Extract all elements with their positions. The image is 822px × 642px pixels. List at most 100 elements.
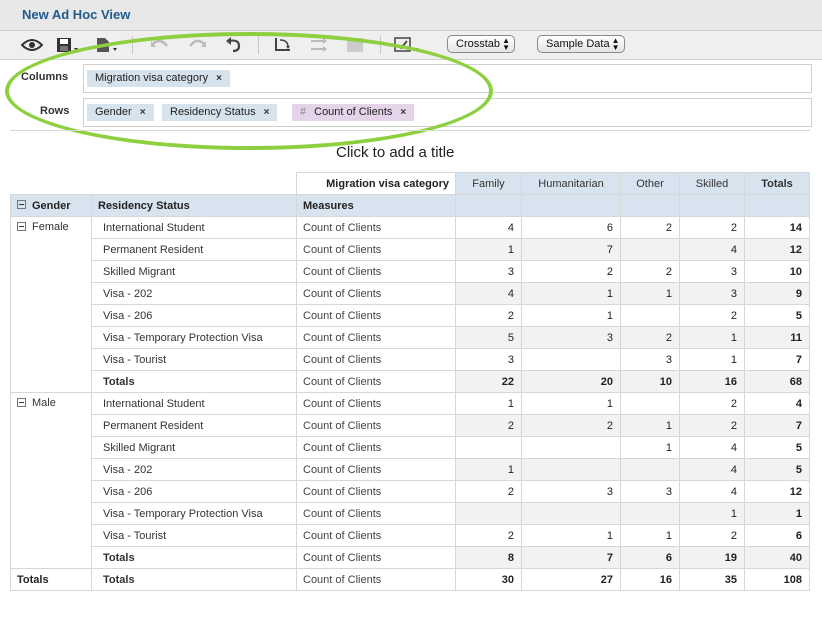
columns-drop-zone[interactable]: Migration visa category ×: [83, 64, 812, 93]
row-label[interactable]: Permanent Resident: [91, 414, 297, 437]
cell-value: 12: [744, 238, 810, 261]
row-label[interactable]: International Student: [91, 216, 297, 239]
column-field-pill[interactable]: Migration visa category ×: [87, 70, 230, 87]
chart-options-icon[interactable]: [392, 35, 422, 55]
column-header-skilled[interactable]: Skilled: [679, 172, 745, 195]
sort-icon[interactable]: [344, 35, 366, 55]
row-label[interactable]: Skilled Migrant: [91, 436, 297, 459]
measure-label: Count of Clients: [296, 282, 456, 305]
cell-value: 1: [620, 436, 680, 459]
switch-icon[interactable]: [306, 35, 332, 55]
cell-value: 6: [744, 524, 810, 547]
row-header-gender[interactable]: Gender: [10, 194, 92, 217]
cell-value: 5: [455, 326, 522, 349]
cell-value: 2: [679, 304, 745, 327]
pivot-icon[interactable]: [270, 35, 296, 55]
cell-value: 2: [455, 304, 522, 327]
cell-value: 2: [455, 480, 522, 503]
row-field-label: Residency Status: [170, 106, 256, 118]
row-label[interactable]: Visa - Temporary Protection Visa: [91, 326, 297, 349]
row-header-residency[interactable]: Residency Status: [91, 194, 297, 217]
row-label[interactable]: Skilled Migrant: [91, 260, 297, 283]
row-field-pill-gender[interactable]: Gender ×: [87, 104, 154, 121]
remove-icon[interactable]: ×: [264, 107, 270, 118]
measure-label: Count of Clients: [296, 546, 456, 569]
row-label[interactable]: Visa - 202: [91, 282, 297, 305]
redo-icon[interactable]: [185, 35, 209, 55]
collapse-icon[interactable]: [17, 221, 26, 231]
table-row: Visa - Temporary Protection Visa Count of…: [11, 502, 810, 525]
view-type-select[interactable]: Crosstab ▲ ▼: [447, 35, 516, 53]
grand-total-value: 30: [455, 568, 522, 591]
undo-icon[interactable]: [148, 35, 172, 55]
cell-value: 7: [521, 238, 621, 261]
undo-all-icon[interactable]: [222, 35, 246, 55]
cell-value: 3: [521, 326, 621, 349]
table-row: Visa - 206 Count of Clients 2 3 3 4 12: [11, 480, 810, 503]
cell-value: 6: [521, 216, 621, 239]
group-header-1[interactable]: Male: [10, 392, 92, 569]
group-header-0[interactable]: Female: [10, 216, 92, 393]
cell-value: 2: [620, 326, 680, 349]
remove-icon[interactable]: ×: [140, 107, 146, 118]
cell-value: 1: [521, 304, 621, 327]
cell-value: 5: [744, 304, 810, 327]
row-label[interactable]: Visa - Temporary Protection Visa: [91, 502, 297, 525]
row-label[interactable]: Visa - Tourist: [91, 348, 297, 371]
row-label[interactable]: Visa - 206: [91, 480, 297, 503]
columns-label: Columns: [21, 71, 69, 83]
collapse-icon[interactable]: [17, 397, 26, 407]
measure-field-pill[interactable]: # Count of Clients ×: [292, 104, 415, 121]
cell-value: 2: [679, 524, 745, 547]
measure-label: Count of Clients: [296, 348, 456, 371]
table-row: Visa - Tourist Count of Clients 3 3 1 7: [11, 348, 810, 371]
row-label[interactable]: Visa - 202: [91, 458, 297, 481]
grand-total-value: 16: [620, 568, 680, 591]
column-header-humanitarian[interactable]: Humanitarian: [521, 172, 621, 195]
row-label[interactable]: International Student: [91, 392, 297, 415]
cell-value: [620, 458, 680, 481]
cell-value: 1: [679, 502, 745, 525]
cell-value: 5: [744, 436, 810, 459]
cell-value: [521, 502, 621, 525]
column-header-totals[interactable]: Totals: [744, 172, 810, 195]
cell-value: 2: [521, 414, 621, 437]
table-row: Permanent Resident Count of Clients 2 2 1 2 7: [11, 414, 810, 437]
row-field-pill-residency[interactable]: Residency Status ×: [162, 104, 278, 121]
eye-icon[interactable]: [20, 35, 44, 55]
cell-value: 2: [455, 414, 522, 437]
row-label[interactable]: Visa - Tourist: [91, 524, 297, 547]
select-arrows-icon: ▲ ▼: [502, 36, 511, 52]
save-icon[interactable]: [55, 35, 81, 55]
export-icon[interactable]: [94, 35, 120, 55]
cell-value: 10: [744, 260, 810, 283]
subtotal-value: 20: [521, 370, 621, 393]
cell-value: 4: [679, 238, 745, 261]
subtotal-value: 6: [620, 546, 680, 569]
collapse-icon[interactable]: [17, 200, 26, 210]
cell-value: 1: [620, 414, 680, 437]
report-title[interactable]: Click to add a title: [336, 144, 454, 161]
measure-label: Count of Clients: [296, 414, 456, 437]
subtotal-row: Totals Count of Clients 8 7 6 19 40: [11, 546, 810, 569]
row-header-measures[interactable]: Measures: [296, 194, 456, 217]
cell-value: 7: [744, 414, 810, 437]
column-header-family[interactable]: Family: [455, 172, 522, 195]
data-mode-select[interactable]: Sample Data ▲ ▼: [537, 35, 625, 53]
cell-value: 3: [455, 260, 522, 283]
select-arrows-icon: ▲ ▼: [611, 36, 620, 52]
remove-icon[interactable]: ×: [216, 73, 222, 84]
column-header-other[interactable]: Other: [620, 172, 680, 195]
measure-label: Count of Clients: [296, 392, 456, 415]
row-label[interactable]: Permanent Resident: [91, 238, 297, 261]
rows-drop-zone[interactable]: Gender × Residency Status × # Count of Clie…: [83, 98, 812, 127]
cell-value: 2: [620, 216, 680, 239]
table-row: Visa - Temporary Protection Visa Count of…: [11, 326, 810, 349]
measure-label: Count of Clients: [296, 216, 456, 239]
cell-value: 4: [455, 216, 522, 239]
remove-icon[interactable]: ×: [400, 107, 406, 118]
column-dimension-header[interactable]: Migration visa category: [296, 172, 456, 195]
cell-value: 3: [455, 348, 522, 371]
cell-value: 1: [455, 392, 522, 415]
row-label[interactable]: Visa - 206: [91, 304, 297, 327]
